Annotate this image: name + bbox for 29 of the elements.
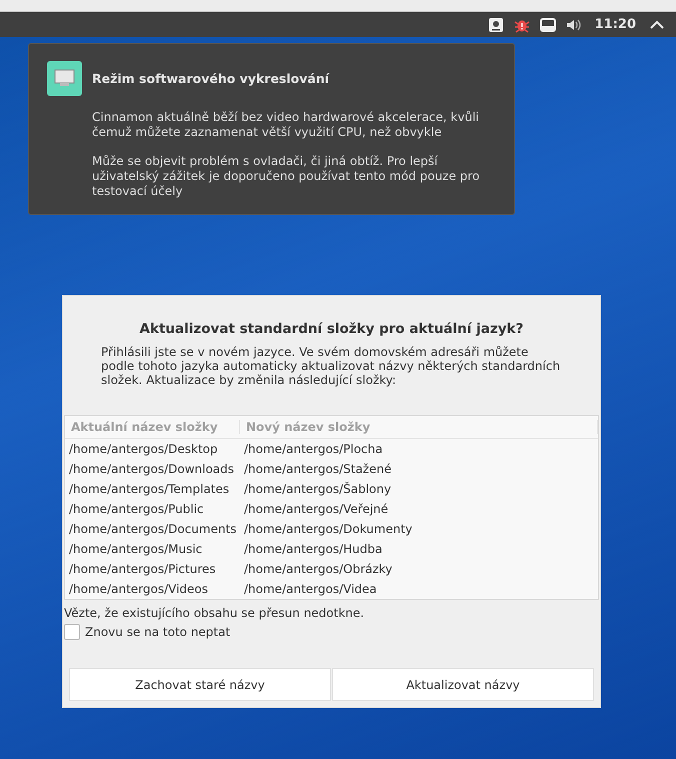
update-button[interactable]: Aktualizovat názvy [332,668,594,701]
table-cell-text: /home/antergos/Dokumenty [243,522,414,536]
table-cell-text: /home/antergos/Videos [68,582,210,596]
table-cell-text: /home/antergos/Downloads [68,462,236,476]
table-cell-text: /home/antergos/Veřejné [243,502,390,516]
table-cell-text: /home/antergos/Videa [243,582,378,596]
table-cell-text: /home/antergos/Templates [68,482,230,496]
note-text: Vězte, že existujícího obsahu se přesun nedotkne. [64,606,366,620]
checkbox-label[interactable]: Znovu se na toto neptat [85,625,230,639]
table-cell-text: /home/antergos/Pictures [68,562,217,576]
table-cell-text: /home/antergos/Hudba [243,542,384,556]
dialog-title: Aktualizovat standardní složky pro aktuální jazyk? [138,321,524,337]
table-cell-text: /home/antergos/Obrázky [243,562,394,576]
table-cell-text: /home/antergos/Documents [68,522,238,536]
table-cell-text: /home/antergos/Desktop [68,442,219,456]
notification-title: Režim softwarového vykreslování [92,71,330,86]
clock[interactable]: 11:20 [594,17,636,32]
network-icon[interactable] [538,16,557,34]
checkbox[interactable] [64,624,80,640]
table-cell-text: /home/antergos/Public [68,502,205,516]
dialog-description: Přihlásili jste se v novém jazyce. Ve svém domovském adresáři můžete podle tohoto jazyka automaticky aktualizovat názvy některých standardních složek. Aktualizace by změnila následující složky: [101,345,562,387]
table-cell-text: /home/antergos/Plocha [243,442,384,456]
monitor-icon [47,61,82,96]
keep-button[interactable]: Zachovat staré názvy [69,668,331,701]
table-cell-text: /home/antergos/Music [68,542,204,556]
notification-text: Cinnamon aktuálně běží bez video hardwarové akcelerace, kvůli čemuž můžete zaznamenat větší využití CPU, než obvykle [92,110,480,140]
table-cell-text: /home/antergos/Šablony [243,482,392,496]
notification-text: Může se objevit problém s ovladači, či jiná obtíž. Pro lepší uživatelský zážitek je doporučeno používat tento mód pouze pro testovací účely [92,154,481,199]
table-cell-text: /home/antergos/Stažené [243,462,392,476]
